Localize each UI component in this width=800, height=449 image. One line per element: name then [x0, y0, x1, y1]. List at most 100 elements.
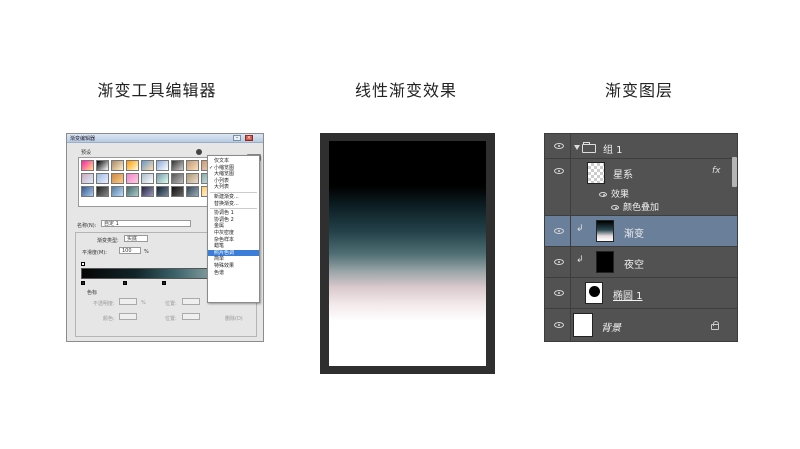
layer-thumbnail [587, 162, 605, 184]
close-icon[interactable]: × [245, 135, 253, 141]
color-swatch-input[interactable] [119, 313, 137, 320]
menu-item[interactable]: 仅文本 [208, 158, 259, 165]
menu-item[interactable]: 新建渐变... [208, 194, 259, 201]
color-stop-1[interactable] [81, 281, 85, 285]
dialog-titlebar: 渐变编辑器 – × [67, 134, 263, 143]
preset-swatch[interactable] [111, 173, 124, 184]
preset-swatch[interactable] [186, 160, 199, 171]
name-input[interactable]: 自定 1 [101, 220, 191, 227]
menu-item[interactable]: 协调色 1 [208, 210, 259, 217]
menu-item[interactable]: 中灰密度 [208, 230, 259, 237]
layer-row-background[interactable]: 背景 [545, 309, 737, 341]
color-stops-label: 色标 [87, 290, 98, 296]
opacity-position-input[interactable] [182, 298, 200, 305]
menu-item[interactable]: 特殊效果 [208, 263, 259, 270]
preset-swatch[interactable] [186, 173, 199, 184]
preset-swatch[interactable] [126, 160, 139, 171]
preset-swatch[interactable] [171, 186, 184, 197]
menu-item[interactable]: 简单 [208, 256, 259, 263]
opacity-percent: % [141, 300, 146, 306]
effects-label: 效果 [611, 190, 630, 200]
visibility-eye-icon[interactable] [554, 228, 564, 234]
color-position-label: 位置: [165, 316, 177, 322]
visibility-eye-icon[interactable] [554, 143, 564, 149]
preset-swatch[interactable] [96, 160, 109, 171]
preset-swatch[interactable] [111, 160, 124, 171]
presets-label: 预设 [81, 150, 92, 156]
gradient-type-select[interactable]: 实底 [124, 235, 148, 242]
layer-thumbnail [596, 251, 614, 273]
preset-swatch[interactable] [156, 160, 169, 171]
preset-swatch[interactable] [171, 160, 184, 171]
preset-swatch[interactable] [81, 186, 94, 197]
gradient-editor-dialog: 渐变编辑器 – × 预设 名称(N): 自定 1 渐变类型: 实底 平滑度(M)… [66, 133, 264, 342]
smoothness-input[interactable]: 100 [119, 247, 141, 254]
gradient-type-label: 渐变类型: [97, 238, 119, 244]
delete-button[interactable]: 删除(D) [225, 315, 243, 322]
effects-visibility-eye-icon[interactable] [599, 192, 607, 197]
fx-icon[interactable]: fx [712, 166, 721, 176]
color-position-input[interactable] [182, 313, 200, 320]
preset-swatch[interactable] [171, 173, 184, 184]
caption-layers: 渐变图层 [604, 81, 673, 100]
preset-swatch[interactable] [126, 186, 139, 197]
minimize-icon[interactable]: – [233, 135, 241, 141]
opacity-label: 不透明度: [93, 301, 115, 307]
preset-swatch[interactable] [96, 186, 109, 197]
smoothness-percent: % [144, 249, 149, 255]
preset-swatch[interactable] [141, 173, 154, 184]
layer-name: 组 1 [603, 145, 623, 156]
preset-swatch[interactable] [126, 173, 139, 184]
menu-separator [210, 208, 257, 210]
layer-name: 夜空 [624, 260, 644, 271]
layer-thumbnail [573, 313, 593, 337]
layer-name: 椭圆 1 [613, 291, 643, 302]
menu-item[interactable]: 大缩览图 [208, 171, 259, 178]
layer-row-starry[interactable]: 星系 fx 效果 颜色叠加 [545, 159, 737, 216]
expand-triangle-icon[interactable] [574, 145, 580, 150]
visibility-eye-icon[interactable] [554, 290, 564, 296]
clipping-mask-icon: ↲ [576, 224, 584, 234]
menu-item[interactable]: 金属 [208, 223, 259, 230]
visibility-eye-icon[interactable] [554, 168, 564, 174]
opacity-stop-left[interactable] [81, 262, 85, 266]
preset-swatch[interactable] [96, 173, 109, 184]
layers-scrollbar[interactable] [732, 157, 737, 187]
menu-item[interactable]: 大列表 [208, 184, 259, 191]
color-label: 颜色: [103, 316, 115, 322]
preset-swatch[interactable] [186, 186, 199, 197]
layer-name: 星系 [613, 170, 633, 181]
opacity-input[interactable] [119, 298, 137, 305]
menu-item[interactable]: 替换渐变... [208, 201, 259, 208]
color-overlay-label: 颜色叠加 [623, 203, 660, 213]
preset-options-menu: 仅文本小缩览图大缩览图小列表大列表新建渐变...替换渐变...协调色 1协调色 … [207, 155, 260, 303]
layers-panel: 组 1 星系 fx 效果 颜色叠加 ↲ 渐变 ↲ 夜空 椭圆 1 背景 [544, 133, 738, 342]
preset-swatch[interactable] [81, 173, 94, 184]
layer-row-group[interactable]: 组 1 [545, 134, 737, 159]
preset-swatch[interactable] [156, 173, 169, 184]
preset-swatch[interactable] [141, 160, 154, 171]
preset-swatch[interactable] [81, 160, 94, 171]
smoothness-label: 平滑度(M): [82, 250, 107, 256]
presets-gear-icon[interactable] [196, 149, 202, 155]
layer-row-gradient[interactable]: ↲ 渐变 [545, 216, 737, 247]
name-label: 名称(N): [77, 223, 97, 229]
preset-swatch[interactable] [141, 186, 154, 197]
visibility-eye-icon[interactable] [554, 322, 564, 328]
color-stop-3[interactable] [162, 281, 166, 285]
clipping-mask-icon: ↲ [576, 255, 584, 265]
color-stop-2[interactable] [123, 281, 127, 285]
menu-item[interactable]: 色谱 [208, 270, 259, 277]
caption-linear-effect: 线性渐变效果 [354, 81, 457, 100]
layer-thumbnail [585, 282, 603, 304]
lock-icon [711, 321, 719, 330]
preset-swatch[interactable] [156, 186, 169, 197]
layer-row-ellipse[interactable]: 椭圆 1 [545, 278, 737, 309]
overlay-visibility-eye-icon[interactable] [611, 205, 619, 210]
layer-thumbnail [596, 220, 614, 242]
dialog-title: 渐变编辑器 [70, 136, 96, 142]
visibility-eye-icon[interactable] [554, 259, 564, 265]
preset-swatch[interactable] [111, 186, 124, 197]
layer-row-night-sky[interactable]: ↲ 夜空 [545, 247, 737, 278]
menu-item[interactable]: 蜡笔 [208, 243, 259, 250]
